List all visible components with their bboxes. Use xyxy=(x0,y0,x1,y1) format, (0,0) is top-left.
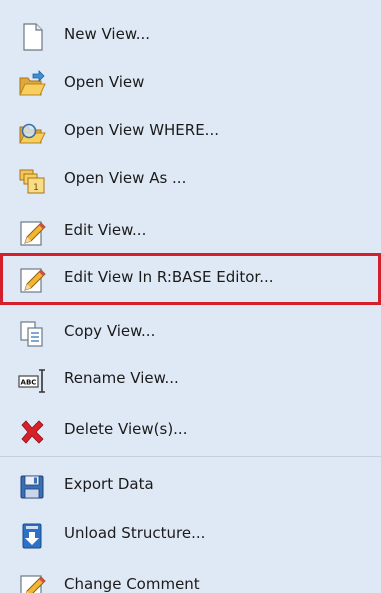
copy-document-icon xyxy=(17,319,47,349)
save-disk-icon xyxy=(17,472,47,502)
menu-item-label: New View... xyxy=(64,25,151,43)
menu-item-label: Delete View(s)... xyxy=(64,420,188,438)
view-context-menu: New View... Open View Open View WHERE... xyxy=(0,0,381,593)
menu-item-label: Rename View... xyxy=(64,369,179,387)
open-as-icon: 1 xyxy=(17,166,47,196)
menu-item-label: Copy View... xyxy=(64,322,156,340)
svg-text:ABC: ABC xyxy=(21,379,37,387)
new-document-icon xyxy=(17,22,47,52)
menu-item-unload-structure[interactable]: Unload Structure... xyxy=(0,509,381,561)
menu-item-label: Change Comment xyxy=(64,575,200,593)
menu-item-label: Open View WHERE... xyxy=(64,121,219,139)
menu-item-edit-view[interactable]: Edit View... xyxy=(0,206,381,258)
menu-item-rename-view[interactable]: ABC Rename View... xyxy=(0,354,381,406)
edit-pencil-icon xyxy=(17,218,47,248)
menu-item-label: Edit View... xyxy=(64,221,147,239)
menu-item-label: Open View As ... xyxy=(64,169,187,187)
edit-pencil-icon xyxy=(17,572,47,593)
menu-item-export-data[interactable]: Export Data xyxy=(0,460,381,512)
open-folder-icon xyxy=(17,70,47,100)
menu-item-edit-view-in-editor[interactable]: Edit View In R:BASE Editor... xyxy=(0,253,381,305)
menu-item-delete-view[interactable]: Delete View(s)... xyxy=(0,405,381,457)
menu-item-open-view-as[interactable]: 1 Open View As ... xyxy=(0,154,381,206)
menu-separator xyxy=(0,456,381,457)
menu-item-label: Export Data xyxy=(64,475,154,493)
menu-item-label: Edit View In R:BASE Editor... xyxy=(64,268,274,286)
unload-arrow-icon xyxy=(17,521,47,551)
menu-item-open-view-where[interactable]: Open View WHERE... xyxy=(0,106,381,158)
rename-icon: ABC xyxy=(17,366,47,396)
menu-item-open-view[interactable]: Open View xyxy=(0,58,381,110)
menu-item-label: Open View xyxy=(64,73,145,91)
menu-item-copy-view[interactable]: Copy View... xyxy=(0,307,381,359)
menu-item-new-view[interactable]: New View... xyxy=(0,10,381,62)
menu-item-change-comment[interactable]: Change Comment xyxy=(0,560,381,593)
open-folder-search-icon xyxy=(17,118,47,148)
svg-text:1: 1 xyxy=(33,183,39,193)
delete-x-icon xyxy=(17,417,47,447)
edit-pencil-icon xyxy=(17,265,47,295)
menu-item-label: Unload Structure... xyxy=(64,524,206,542)
